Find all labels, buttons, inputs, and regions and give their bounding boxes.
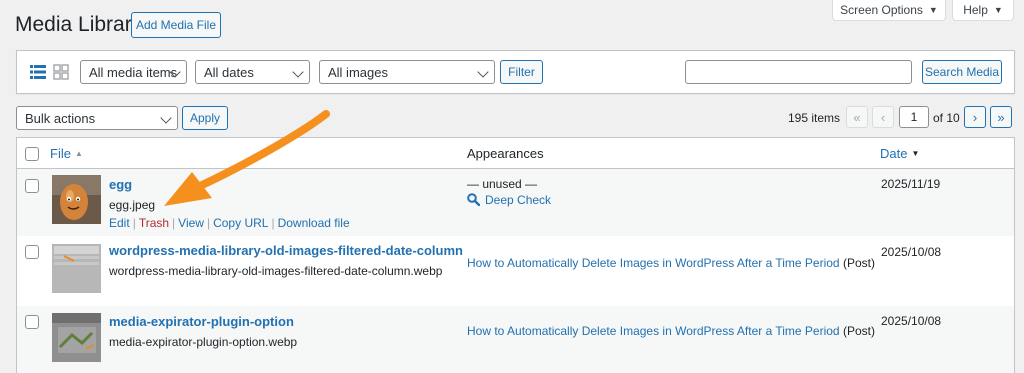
last-page-button[interactable]: » [990,106,1012,128]
current-page-input[interactable]: 1 [899,106,929,128]
screen-options-label: Screen Options [840,3,923,17]
magnifier-icon [467,193,481,207]
chevron-down-icon [292,66,304,78]
list-view-icon[interactable] [30,64,46,80]
appearance-status: — unused — [467,177,538,191]
row-checkbox[interactable] [25,245,39,259]
post-link[interactable]: How to Automatically Delete Images in Wo… [467,324,840,338]
column-date[interactable]: Date ▼ [880,146,919,161]
filter-button[interactable]: Filter [500,60,543,84]
table-row: media-expirator-plugin-option media-expi… [17,306,1014,373]
file-name: wordpress-media-library-old-images-filte… [109,264,443,278]
file-title-link[interactable]: wordpress-media-library-old-images-filte… [109,243,463,258]
caret-down-icon: ▼ [993,5,1003,15]
row-actions: Edit | Trash | View | Copy URL | Download file [109,216,350,230]
deep-check-label[interactable]: Deep Check [485,193,551,207]
items-count: 195 items [788,111,841,125]
image-thumbnail[interactable] [52,313,101,362]
image-thumbnail[interactable] [52,244,101,293]
upload-date: 2025/11/19 [881,177,941,191]
row-checkbox[interactable] [25,179,39,193]
chevron-down-icon [477,66,489,78]
media-type-value: All media items [89,64,178,80]
sort-icon: ▲ [74,149,83,158]
row-checkbox[interactable] [25,315,39,329]
upload-date: 2025/10/08 [881,245,942,259]
download-file-link[interactable]: Download file [278,216,350,230]
select-all-checkbox[interactable] [25,147,39,161]
column-appearances: Appearances [467,146,544,161]
appearance-entry: How to Automatically Delete Images in Wo… [467,256,875,270]
next-page-button[interactable]: › [964,106,986,128]
column-file-label: File [50,146,71,161]
apply-button[interactable]: Apply [182,106,228,130]
page-title: Media Library [15,13,143,36]
bulk-actions-select[interactable]: Bulk actions [16,106,178,130]
file-name: media-expirator-plugin-option.webp [109,335,298,349]
appearance-entry: How to Automatically Delete Images in Wo… [467,324,875,338]
media-table: File ▲ Appearances Date ▼ egg egg.jpeg — u… [16,137,1015,373]
egg-thumbnail[interactable] [52,175,101,224]
help-button[interactable]: Help ▼ [952,0,1014,21]
media-type-select[interactable]: All media items [80,60,187,84]
add-media-file-button[interactable]: Add Media File [131,12,221,38]
file-name: egg.jpeg [109,198,156,212]
chevron-down-icon [160,112,172,124]
copy-url-link[interactable]: Copy URL [213,216,268,230]
search-input[interactable] [685,60,912,84]
trash-link[interactable]: Trash [139,216,169,230]
upload-date: 2025/10/08 [881,314,942,328]
column-file[interactable]: File ▲ [50,146,83,161]
edit-link[interactable]: Edit [109,216,130,230]
grid-view-icon[interactable] [53,64,69,80]
help-label: Help [963,3,988,17]
post-type-label: (Post) [842,256,875,270]
bulk-actions-value: Bulk actions [25,110,96,126]
view-link[interactable]: View [178,216,204,230]
dates-value: All dates [204,64,254,80]
first-page-button: « [846,106,868,128]
screen-options-button[interactable]: Screen Options ▼ [832,0,946,21]
table-header: File ▲ Appearances Date ▼ [17,138,1014,169]
file-title-link[interactable]: egg [109,177,132,192]
sort-icon: ▼ [911,149,920,158]
table-row: wordpress-media-library-old-images-filte… [17,236,1014,306]
caret-down-icon: ▼ [928,5,938,15]
images-select[interactable]: All images [319,60,495,84]
post-type-label: (Post) [842,324,875,338]
search-media-button[interactable]: Search Media [922,60,1002,84]
prev-page-button: ‹ [872,106,894,128]
media-filter-bar: All media items All dates All images Fil… [16,50,1015,94]
file-title-link[interactable]: media-expirator-plugin-option [109,314,294,329]
images-value: All images [328,64,388,80]
post-link[interactable]: How to Automatically Delete Images in Wo… [467,256,840,270]
deep-check-link[interactable]: Deep Check [467,193,551,207]
dates-select[interactable]: All dates [195,60,310,84]
total-pages-label: of 10 [933,111,960,125]
column-date-label: Date [880,146,908,161]
